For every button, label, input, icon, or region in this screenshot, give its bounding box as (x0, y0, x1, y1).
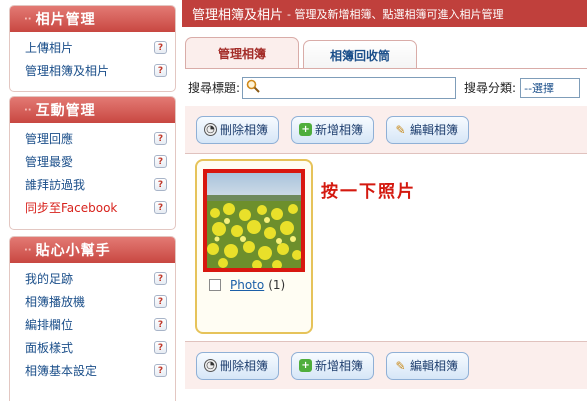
sidebar-item-album-player[interactable]: 相簿播放機 ? (10, 290, 175, 313)
help-icon[interactable]: ? (154, 341, 167, 354)
sidebar-item-arrange-columns[interactable]: 編排欄位 ? (10, 313, 175, 336)
help-icon[interactable]: ? (154, 295, 167, 308)
tab-bar: 管理相簿 相簿回收筒 (185, 37, 587, 69)
delete-album-button[interactable]: ◔ 刪除相簿 (196, 351, 280, 380)
panel-marker-icon: ∙∙ (24, 13, 32, 25)
pencil-icon: ✎ (395, 122, 406, 137)
help-icon[interactable]: ? (154, 201, 167, 214)
page-title: 管理相簿及相片 (192, 8, 284, 23)
album-photo-count: (1) (268, 278, 286, 292)
panel-marker-icon: ∙∙ (24, 244, 32, 256)
page-subtitle: - 管理及新增相簿、點選相簿可進入相片管理 (287, 7, 504, 21)
help-icon[interactable]: ? (154, 64, 167, 77)
button-label: 新增相簿 (315, 359, 364, 373)
album-thumbnail[interactable] (203, 169, 305, 272)
sidebar-item-label[interactable]: 管理回應 (25, 130, 73, 147)
panel-title: 貼心小幫手 (35, 243, 111, 259)
search-category-label: 搜尋分類: (464, 81, 517, 95)
sidebar-item-label[interactable]: 上傳相片 (25, 39, 73, 56)
sidebar-item-panel-style[interactable]: 面板樣式 ? (10, 336, 175, 359)
sidebar-item-sync-facebook[interactable]: 同步至Facebook ? (10, 196, 175, 219)
panel-header: ∙∙ 貼心小幫手 (10, 237, 175, 263)
button-label: 刪除相簿 (220, 123, 269, 137)
album-name-link[interactable]: Photo (230, 278, 264, 292)
help-icon[interactable]: ? (154, 155, 167, 168)
search-icon (246, 79, 260, 96)
search-text-field[interactable] (263, 80, 444, 95)
category-select[interactable]: --選擇 (520, 77, 581, 98)
delete-album-button[interactable]: ◔ 刪除相簿 (196, 115, 280, 144)
plus-icon: + (299, 123, 313, 136)
trash-icon: ◔ (204, 123, 217, 136)
panel-title: 互動管理 (35, 103, 96, 119)
help-icon[interactable]: ? (154, 132, 167, 145)
sidebar-item-manage-favorites[interactable]: 管理最愛 ? (10, 150, 175, 173)
add-album-button[interactable]: + 新增相簿 (291, 351, 375, 380)
rapeseed-field-photo (207, 173, 301, 268)
add-album-button[interactable]: + 新增相簿 (291, 115, 375, 144)
page-title-bar: 管理相簿及相片 - 管理及新增相簿、點選相簿可進入相片管理 (182, 0, 587, 27)
sidebar-item-label[interactable]: 面板樣式 (25, 339, 73, 356)
sidebar-item-label[interactable]: 誰拜訪過我 (25, 176, 85, 193)
sidebar-item-my-footprints[interactable]: 我的足跡 ? (10, 267, 175, 290)
sidebar-item-label[interactable]: 相簿基本設定 (25, 362, 97, 379)
sidebar-item-manage-albums[interactable]: 管理相簿及相片 ? (10, 59, 175, 82)
sidebar-item-manage-comments[interactable]: 管理回應 ? (10, 127, 175, 150)
trash-icon: ◔ (204, 359, 217, 372)
search-input[interactable] (242, 76, 457, 99)
panel-title: 相片管理 (35, 12, 96, 28)
click-photo-hint: 按一下照片 (321, 182, 416, 202)
sidebar-item-upload-photos[interactable]: 上傳相片 ? (10, 36, 175, 59)
button-label: 編輯相簿 (410, 123, 459, 137)
sidebar-item-label[interactable]: 管理相簿及相片 (25, 62, 109, 79)
sidebar-item-visitors[interactable]: 誰拜訪過我 ? (10, 173, 175, 196)
tab-divider (185, 68, 587, 69)
main-content: 管理相簿及相片 - 管理及新增相簿、點選相簿可進入相片管理 管理相簿 相簿回收筒… (182, 0, 587, 401)
search-bar: 搜尋標題: 搜尋分類: --選擇 (185, 70, 587, 105)
bottom-toolbar: ◔ 刪除相簿 + 新增相簿 ✎ 編輯相簿 (185, 341, 587, 389)
interaction-management-panel: ∙∙ 互動管理 管理回應 ? 管理最愛 ? 誰拜訪過我 ? 同步至Faceboo… (9, 96, 176, 230)
album-card[interactable]: Photo (1) (195, 159, 313, 334)
help-icon[interactable]: ? (154, 41, 167, 54)
sidebar-item-label[interactable]: 編排欄位 (25, 316, 73, 333)
album-grid: Photo (1) 按一下照片 (185, 155, 587, 341)
sidebar-item-album-settings[interactable]: 相簿基本設定 ? (10, 359, 175, 382)
album-checkbox[interactable] (209, 279, 221, 291)
search-title-label: 搜尋標題: (188, 81, 241, 95)
tab-album-recycle-bin[interactable]: 相簿回收筒 (303, 40, 417, 69)
panel-header: ∙∙ 互動管理 (10, 97, 175, 123)
help-icon[interactable]: ? (154, 272, 167, 285)
help-icon[interactable]: ? (154, 318, 167, 331)
tab-manage-albums[interactable]: 管理相簿 (185, 37, 299, 69)
sidebar-item-label[interactable]: 管理最愛 (25, 153, 73, 170)
helper-panel: ∙∙ 貼心小幫手 我的足跡 ? 相簿播放機 ? 編排欄位 ? 面板樣式 ? 相簿… (9, 236, 176, 401)
sidebar: ∙∙ 相片管理 上傳相片 ? 管理相簿及相片 ? ∙∙ 互動管理 管理回應 ? (0, 0, 180, 401)
sidebar-item-label[interactable]: 同步至Facebook (25, 199, 117, 216)
sidebar-item-label[interactable]: 相簿播放機 (25, 293, 85, 310)
album-caption: Photo (1) (209, 278, 285, 292)
panel-header: ∙∙ 相片管理 (10, 6, 175, 32)
help-icon[interactable]: ? (154, 178, 167, 191)
button-label: 編輯相簿 (410, 359, 459, 373)
button-label: 新增相簿 (315, 123, 364, 137)
button-label: 刪除相簿 (220, 359, 269, 373)
top-toolbar: ◔ 刪除相簿 + 新增相簿 ✎ 編輯相簿 (185, 106, 587, 154)
sidebar-item-label[interactable]: 我的足跡 (25, 270, 73, 287)
panel-marker-icon: ∙∙ (24, 104, 32, 116)
plus-icon: + (299, 359, 313, 372)
help-icon[interactable]: ? (154, 364, 167, 377)
edit-album-button[interactable]: ✎ 編輯相簿 (386, 351, 470, 380)
photo-management-panel: ∙∙ 相片管理 上傳相片 ? 管理相簿及相片 ? (9, 5, 176, 92)
pencil-icon: ✎ (395, 358, 406, 373)
edit-album-button[interactable]: ✎ 編輯相簿 (386, 115, 470, 144)
